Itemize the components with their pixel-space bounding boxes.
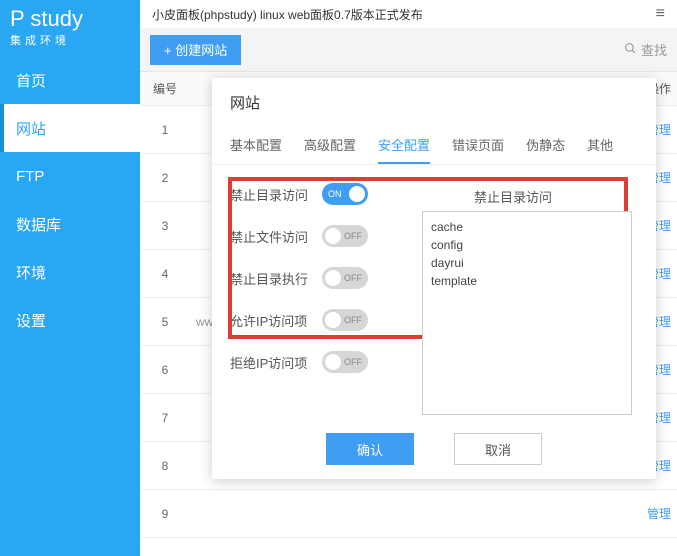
label-deny-file: 禁止文件访问 xyxy=(230,225,322,246)
modal-tab-5[interactable]: 其他 xyxy=(587,127,613,164)
ok-button[interactable]: 确认 xyxy=(326,433,414,465)
nav-item-2[interactable]: FTP xyxy=(0,152,140,200)
toolbar: 创建网站 查找 xyxy=(140,28,677,72)
toggle-allow-ip[interactable]: OFF xyxy=(322,309,368,331)
modal-tab-4[interactable]: 伪静态 xyxy=(526,127,565,164)
nav-item-0[interactable]: 首页 xyxy=(0,56,140,104)
row-manage-link[interactable]: 管理 xyxy=(647,505,677,522)
search-box[interactable]: 查找 xyxy=(624,40,667,59)
create-site-button[interactable]: 创建网站 xyxy=(150,35,241,65)
label-deny-ip: 拒绝IP访问项 xyxy=(230,351,322,372)
deny-dir-textarea[interactable] xyxy=(422,211,632,415)
nav-item-4[interactable]: 环境 xyxy=(0,248,140,296)
modal-title: 网站 xyxy=(212,78,656,121)
cancel-button[interactable]: 取消 xyxy=(454,433,542,465)
hamburger-icon[interactable]: ≡ xyxy=(656,5,665,23)
modal-tab-1[interactable]: 高级配置 xyxy=(304,127,356,164)
modal-tab-3[interactable]: 错误页面 xyxy=(452,127,504,164)
table-row: 9管理 xyxy=(140,490,677,538)
search-icon xyxy=(624,42,637,58)
toggle-deny-file[interactable]: OFF xyxy=(322,225,368,247)
top-notice: 小皮面板(phpstudy) linux web面板0.7版本正式发布 xyxy=(152,6,423,23)
search-label: 查找 xyxy=(641,40,667,59)
nav-item-5[interactable]: 设置 xyxy=(0,296,140,344)
label-allow-ip: 允许IP访问项 xyxy=(230,309,322,330)
modal-tab-2[interactable]: 安全配置 xyxy=(378,127,430,164)
modal-tab-0[interactable]: 基本配置 xyxy=(230,127,282,164)
nav-item-1[interactable]: 网站 xyxy=(0,104,140,152)
label-deny-exec: 禁止目录执行 xyxy=(230,267,322,288)
toggle-deny-ip[interactable]: OFF xyxy=(322,351,368,373)
toggle-deny-exec[interactable]: OFF xyxy=(322,267,368,289)
brand-logo: P study 集成环境 xyxy=(0,0,140,56)
site-modal: 网站 基本配置高级配置安全配置错误页面伪静态其他 禁止目录访问 ON 禁止文件访… xyxy=(212,78,656,479)
label-deny-dir: 禁止目录访问 xyxy=(230,183,322,204)
sidebar: P study 集成环境 首页网站FTP数据库环境设置 xyxy=(0,0,140,556)
nav-item-3[interactable]: 数据库 xyxy=(0,200,140,248)
toggle-deny-dir[interactable]: ON xyxy=(322,183,368,205)
textarea-head: 禁止目录访问 xyxy=(474,187,552,206)
